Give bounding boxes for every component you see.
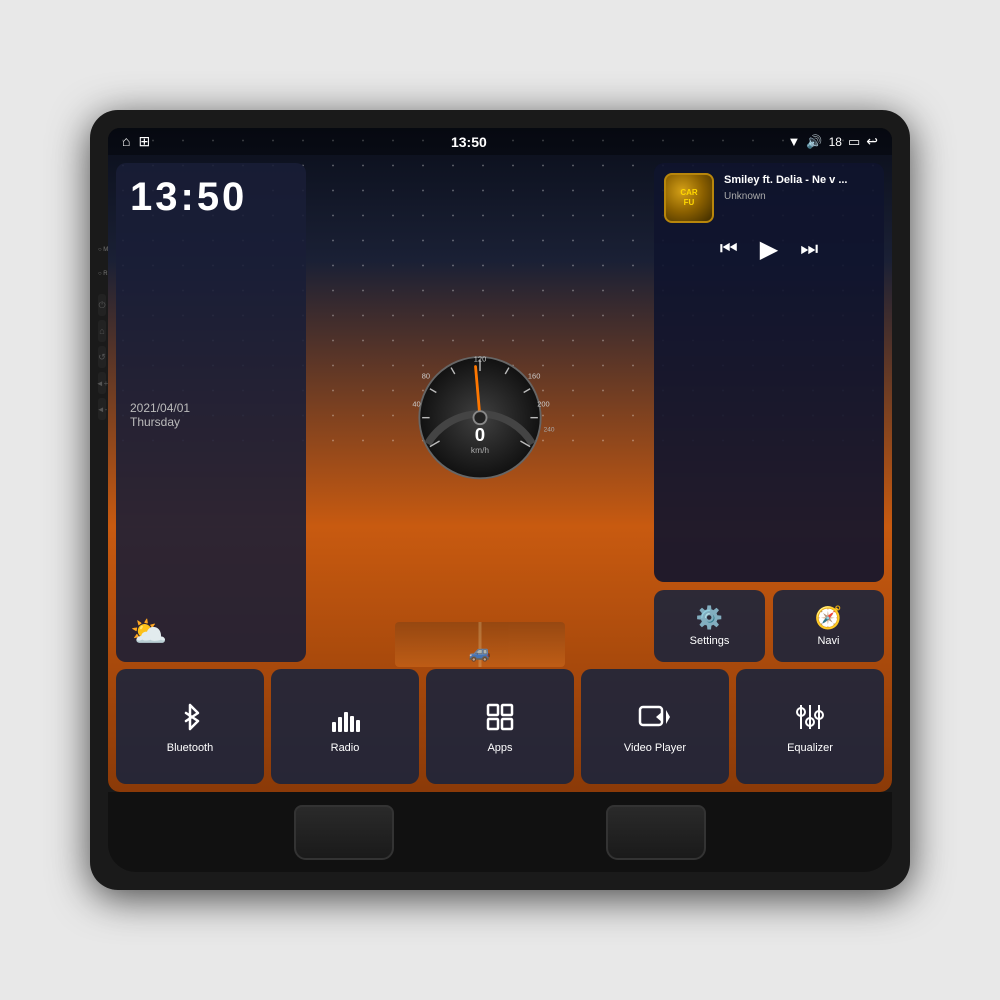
screen: ⌂ ⊞ 13:50 ▼ 🔊 18 ▭ ↩ 13:50 2021/04/01 Th… bbox=[108, 128, 892, 792]
apps-label: Apps bbox=[487, 742, 512, 754]
album-art: CARFU bbox=[664, 173, 714, 223]
clock-widget: 13:50 2021/04/01 Thursday ⛅ bbox=[116, 163, 306, 662]
settings-label: Settings bbox=[690, 635, 730, 647]
navi-icon: 🧭 bbox=[815, 605, 842, 631]
wifi-icon: ▼ bbox=[788, 134, 801, 149]
car-unit: ○ MIC ○ RST ⏻ ⌂ ↺ ◄+ ◄- ⌂ ⊞ 13:50 ▼ 🔊 18… bbox=[90, 110, 910, 890]
home-icon[interactable]: ⌂ bbox=[122, 133, 130, 150]
content-area: 13:50 2021/04/01 Thursday ⛅ bbox=[108, 155, 892, 792]
music-info: Smiley ft. Delia - Ne v ... Unknown bbox=[724, 173, 848, 202]
navi-widget[interactable]: 🧭 Navi bbox=[773, 590, 884, 662]
music-artist: Unknown bbox=[724, 191, 848, 202]
radio-icon bbox=[328, 700, 362, 734]
music-widget: CARFU Smiley ft. Delia - Ne v ... Unknow… bbox=[654, 163, 884, 582]
video-button[interactable]: Video Player bbox=[581, 669, 729, 784]
radio-button[interactable]: Radio bbox=[271, 669, 419, 784]
bottom-bracket bbox=[108, 792, 892, 872]
power-btn[interactable]: ⏻ bbox=[98, 294, 106, 316]
menu-icon[interactable]: ⊞ bbox=[138, 133, 150, 150]
equalizer-button[interactable]: Equalizer bbox=[736, 669, 884, 784]
svg-text:160: 160 bbox=[528, 371, 540, 380]
back-icon[interactable]: ↩ bbox=[866, 133, 878, 150]
status-bar: ⌂ ⊞ 13:50 ▼ 🔊 18 ▭ ↩ bbox=[108, 128, 892, 155]
svg-text:80: 80 bbox=[422, 371, 430, 380]
weather: ⛅ bbox=[130, 615, 292, 650]
next-button[interactable]: ⏭ bbox=[800, 238, 818, 261]
settings-icon: ⚙️ bbox=[696, 605, 723, 631]
vol-up-btn[interactable]: ◄+ bbox=[98, 372, 106, 394]
bluetooth-icon bbox=[173, 700, 207, 734]
navi-label: Navi bbox=[817, 635, 839, 647]
battery-icon: ▭ bbox=[848, 134, 860, 150]
svg-text:0: 0 bbox=[475, 424, 485, 445]
speedometer-svg: 40 80 120 160 200 240 0 km/h bbox=[395, 343, 565, 483]
music-top: CARFU Smiley ft. Delia - Ne v ... Unknow… bbox=[664, 173, 874, 223]
apps-button[interactable]: Apps bbox=[426, 669, 574, 784]
prev-button[interactable]: ⏮ bbox=[720, 238, 738, 261]
svg-text:40: 40 bbox=[412, 399, 420, 408]
svg-text:km/h: km/h bbox=[471, 445, 489, 455]
shortcuts: ⚙️ Settings 🧭 Navi bbox=[654, 590, 884, 662]
svg-text:120: 120 bbox=[474, 354, 486, 363]
mount-left bbox=[294, 805, 394, 860]
apps-icon bbox=[483, 700, 517, 734]
clock-date: 2021/04/01 bbox=[130, 401, 292, 415]
right-section: CARFU Smiley ft. Delia - Ne v ... Unknow… bbox=[654, 163, 884, 662]
settings-widget[interactable]: ⚙️ Settings bbox=[654, 590, 765, 662]
apps-row: Bluetooth Radio bbox=[116, 669, 884, 784]
volume-icon: 🔊 bbox=[806, 134, 822, 150]
home-btn[interactable]: ⌂ bbox=[98, 320, 106, 342]
bluetooth-button[interactable]: Bluetooth bbox=[116, 669, 264, 784]
speedometer-widget: 40 80 120 160 200 240 0 km/h 🚙 bbox=[314, 163, 646, 662]
clock-time: 13:50 bbox=[130, 175, 292, 220]
video-label: Video Player bbox=[624, 742, 686, 754]
music-title: Smiley ft. Delia - Ne v ... bbox=[724, 173, 848, 188]
top-widgets: 13:50 2021/04/01 Thursday ⛅ bbox=[116, 163, 884, 662]
back-btn[interactable]: ↺ bbox=[98, 346, 106, 368]
vol-down-btn[interactable]: ◄- bbox=[98, 398, 106, 420]
status-time: 13:50 bbox=[451, 134, 487, 150]
mount-right bbox=[606, 805, 706, 860]
android-home: ⌂ ⊞ 13:50 ▼ 🔊 18 ▭ ↩ 13:50 2021/04/01 Th… bbox=[108, 128, 892, 792]
svg-text:200: 200 bbox=[537, 399, 549, 408]
radio-label: Radio bbox=[331, 742, 360, 754]
svg-text:240: 240 bbox=[544, 426, 555, 433]
music-controls: ⏮ ▶ ⏭ bbox=[664, 235, 874, 264]
play-button[interactable]: ▶ bbox=[760, 235, 778, 264]
status-right: ▼ 🔊 18 ▭ ↩ bbox=[788, 133, 878, 150]
bluetooth-label: Bluetooth bbox=[167, 742, 213, 754]
video-icon bbox=[637, 700, 673, 734]
battery-num: 18 bbox=[829, 135, 842, 149]
equalizer-label: Equalizer bbox=[787, 742, 833, 754]
equalizer-icon bbox=[793, 700, 827, 734]
clock-day: Thursday bbox=[130, 415, 292, 429]
status-nav-icons: ⌂ ⊞ bbox=[122, 133, 150, 150]
cloud-sun-icon: ⛅ bbox=[130, 615, 167, 650]
road-scene: 🚙 bbox=[395, 622, 565, 667]
